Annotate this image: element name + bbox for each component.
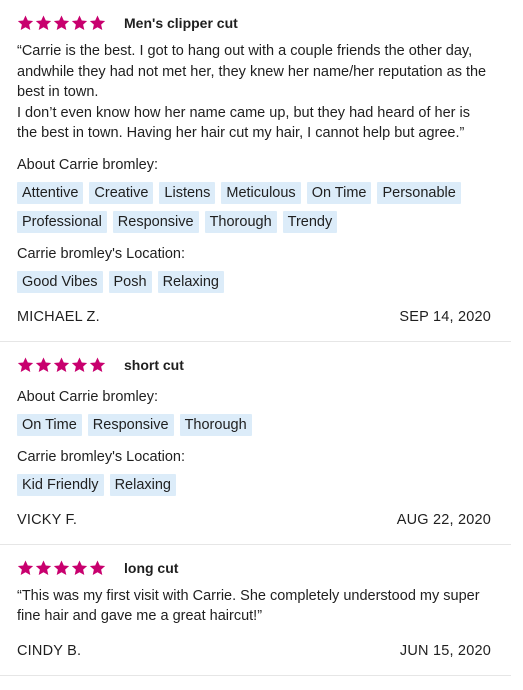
star-icon [71,560,88,576]
review-card: short cut About Carrie bromley: On Time … [0,342,511,545]
star-rating [17,15,106,31]
about-stylist-title: About Carrie bromley: [17,156,159,173]
tag-chip: Listens [159,181,216,204]
review-header: long cut [17,557,491,579]
location-title: Carrie bromley's Location: [17,448,185,465]
tag-chip: Professional [17,210,107,233]
about-stylist-title: About Carrie bromley: [17,388,159,405]
tag-chip: Thorough [179,413,252,436]
star-icon [53,357,70,373]
star-icon [71,15,88,31]
star-icon [53,15,70,31]
star-icon [17,357,34,373]
star-rating [17,560,106,576]
service-name: short cut [124,356,184,373]
star-icon [89,560,106,576]
service-name: Men's clipper cut [124,15,238,31]
tag-chip: Relaxing [157,270,224,293]
review-card: long cut “This was my first visit with C… [0,545,511,676]
tag-chip: Responsive [87,413,174,436]
tag-chip: Posh [108,270,152,293]
tag-chip: Creative [89,181,154,204]
tag-chip: Meticulous [221,181,301,204]
review-footer: VICKY F. AUG 22, 2020 [17,512,491,528]
review-header: short cut [17,354,491,376]
tag-chip: Responsive [112,210,199,233]
tag-chip: On Time [306,181,372,204]
tag-chip: Personable [377,181,461,204]
star-icon [17,560,34,576]
review-date: JUN 15, 2020 [399,642,491,659]
reviews-list: Men's clipper cut “Carrie is the best. I… [0,0,511,676]
star-icon [89,15,106,31]
star-icon [35,560,52,576]
tag-chip: Relaxing [109,473,176,496]
star-icon [35,15,52,31]
tag-chip: On Time [17,413,82,436]
reviewer-name: VICKY F. [17,511,78,528]
tag-chip: Attentive [17,181,84,204]
star-icon [53,560,70,576]
about-stylist-tags: On Time Responsive Thorough [17,413,491,436]
review-text: “Carrie is the best. I got to hang out w… [17,43,487,141]
tag-chip: Thorough [204,210,277,233]
review-card: Men's clipper cut “Carrie is the best. I… [0,0,511,342]
location-tags: Kid Friendly Relaxing [17,473,491,496]
review-footer: MICHAEL Z. SEP 14, 2020 [17,309,491,325]
tag-chip: Kid Friendly [17,473,104,496]
service-name: long cut [124,559,179,576]
location-tags: Good Vibes Posh Relaxing [17,270,491,293]
location-title: Carrie bromley's Location: [17,245,185,262]
about-stylist-tags: Attentive Creative Listens Meticulous On… [17,181,491,233]
star-icon [71,357,88,373]
tag-chip: Trendy [282,210,338,233]
star-icon [17,15,34,31]
review-date: SEP 14, 2020 [399,308,491,325]
review-date: AUG 22, 2020 [396,511,491,528]
reviewer-name: CINDY B. [17,642,82,659]
review-footer: CINDY B. JUN 15, 2020 [17,643,491,659]
reviewer-name: MICHAEL Z. [17,308,100,325]
review-text: “This was my first visit with Carrie. Sh… [17,587,480,625]
star-rating [17,357,106,373]
star-icon [89,357,106,373]
tag-chip: Good Vibes [17,270,103,293]
review-header: Men's clipper cut [17,12,491,34]
star-icon [35,357,52,373]
